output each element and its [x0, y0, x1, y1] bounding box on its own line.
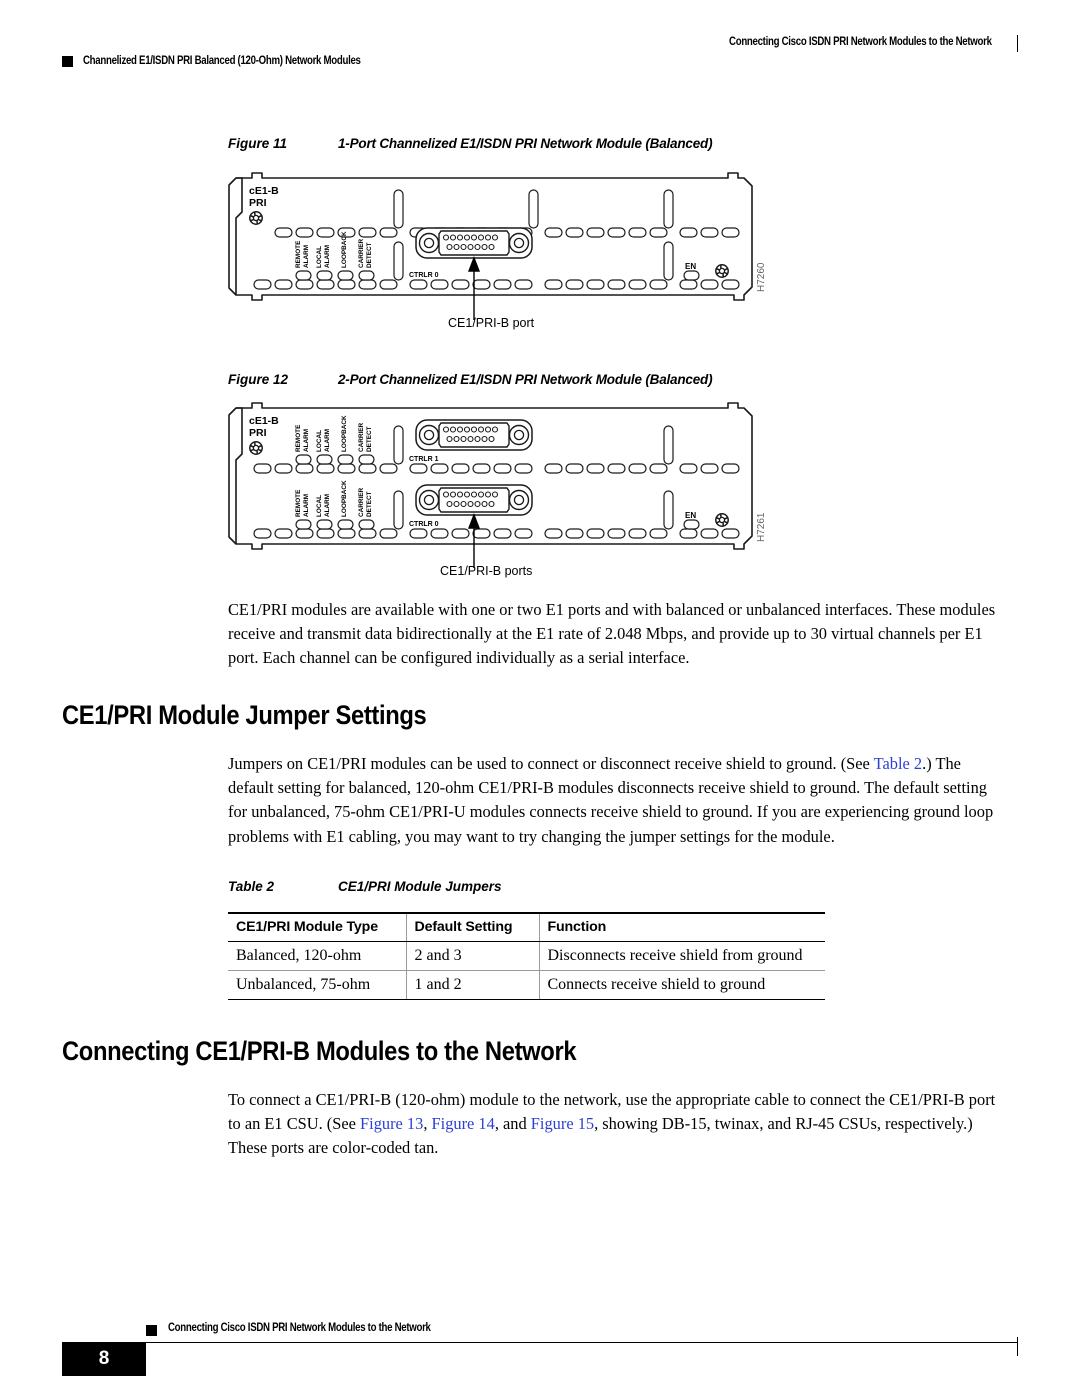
svg-text:ALARM: ALARM: [303, 429, 310, 452]
svg-text:LOCAL: LOCAL: [316, 246, 323, 268]
svg-text:EN: EN: [685, 511, 696, 520]
svg-text:DETECT: DETECT: [366, 491, 373, 517]
cell-default-setting: 2 and 3: [406, 941, 540, 971]
figure-11-label: Figure 11: [228, 136, 288, 151]
svg-text:H7260: H7260: [756, 262, 767, 292]
cell-default-setting: 1 and 2: [406, 970, 540, 1000]
figure-12-title: 2-Port Channelized E1/ISDN PRI Network M…: [338, 372, 713, 387]
svg-text:DETECT: DETECT: [366, 426, 373, 452]
table-row: Unbalanced, 75-ohm 1 and 2 Connects rece…: [228, 970, 825, 1000]
separator-1: ,: [423, 1114, 432, 1134]
svg-text:DETECT: DETECT: [366, 242, 373, 268]
svg-text:ALARM: ALARM: [324, 494, 331, 517]
svg-text:LOOPBACK: LOOPBACK: [341, 480, 348, 517]
page-footer: Connecting Cisco ISDN PRI Network Module…: [62, 1287, 1018, 1397]
cell-function: Disconnects receive shield from ground: [539, 941, 825, 971]
svg-text:ALARM: ALARM: [324, 429, 331, 452]
svg-text:LOOPBACK: LOOPBACK: [341, 231, 348, 268]
svg-text:LOCAL: LOCAL: [316, 430, 323, 452]
table-2-title: CE1/PRI Module Jumpers: [338, 879, 502, 894]
figure-11-callout-label: CE1/PRI-B port: [448, 316, 535, 330]
svg-text:REMOTE: REMOTE: [295, 240, 302, 268]
svg-text:CTRLR 0: CTRLR 0: [409, 272, 439, 279]
header-left-title: Channelized E1/ISDN PRI Balanced (120-Oh…: [83, 55, 361, 67]
header-rule-right: [1016, 35, 1018, 52]
intro-paragraph: CE1/PRI modules are available with one o…: [228, 600, 996, 668]
svg-text:ALARM: ALARM: [324, 245, 331, 268]
svg-text:CARRIER: CARRIER: [358, 488, 365, 517]
svg-text:ALARM: ALARM: [303, 245, 310, 268]
figure-12-artwork: cE1-B PRI REMOTE ALARM LOCAL ALARM LOOPB…: [228, 402, 768, 587]
table-2-jumpers: CE1/PRI Module Type Default Setting Func…: [228, 912, 825, 1000]
heading-jumper-settings: CE1/PRI Module Jumper Settings: [62, 700, 427, 730]
footer-title: Connecting Cisco ISDN PRI Network Module…: [168, 1322, 431, 1334]
cell-module-type: Balanced, 120-ohm: [228, 941, 407, 971]
table-2-caption: Table 2 CE1/PRI Module Jumpers: [228, 879, 502, 894]
table-2-label: Table 2: [228, 879, 275, 894]
svg-text:CARRIER: CARRIER: [358, 239, 365, 268]
footer-bullet-square-icon: [146, 1325, 157, 1336]
svg-text:PRI: PRI: [249, 197, 267, 209]
svg-text:REMOTE: REMOTE: [295, 489, 302, 517]
svg-text:LOCAL: LOCAL: [316, 495, 323, 517]
page-header: Connecting Cisco ISDN PRI Network Module…: [62, 35, 1018, 70]
cell-function: Connects receive shield to ground: [539, 970, 825, 1000]
svg-text:CTRLR 0: CTRLR 0: [409, 521, 439, 528]
table-header-row: CE1/PRI Module Type Default Setting Func…: [228, 912, 825, 942]
figure-12-caption: Figure 12 2-Port Channelized E1/ISDN PRI …: [228, 372, 713, 387]
svg-text:EN: EN: [685, 262, 696, 271]
svg-text:REMOTE: REMOTE: [295, 424, 302, 452]
link-figure-13[interactable]: Figure 13: [360, 1114, 423, 1133]
svg-text:H7261: H7261: [756, 512, 767, 542]
table-row: Balanced, 120-ohm 2 and 3 Disconnects re…: [228, 941, 825, 971]
svg-text:cE1-B: cE1-B: [249, 415, 279, 427]
header-bullet-square-icon: [62, 55, 73, 67]
link-table-2[interactable]: Table 2: [874, 754, 922, 773]
jumper-para-part1: Jumpers on CE1/PRI modules can be used t…: [228, 754, 874, 773]
footer-rule-right: [1016, 1337, 1018, 1356]
separator-2: , and: [494, 1114, 531, 1134]
column-header-default-setting: Default Setting: [406, 912, 540, 942]
link-figure-14[interactable]: Figure 14: [432, 1114, 495, 1133]
heading-connecting-modules: Connecting CE1/PRI-B Modules to the Netw…: [62, 1036, 577, 1066]
page-number: 8: [62, 1342, 146, 1376]
svg-text:ALARM: ALARM: [303, 494, 310, 517]
svg-text:cE1-B: cE1-B: [249, 185, 279, 197]
link-figure-15[interactable]: Figure 15: [531, 1114, 594, 1133]
figure-11-title: 1-Port Channelized E1/ISDN PRI Network M…: [338, 136, 713, 151]
header-left-group: Channelized E1/ISDN PRI Balanced (120-Oh…: [62, 55, 414, 67]
svg-text:CARRIER: CARRIER: [358, 423, 365, 452]
connecting-paragraph: To connect a CE1/PRI-B (120-ohm) module …: [228, 1088, 1000, 1161]
svg-text:CTRLR 1: CTRLR 1: [409, 456, 439, 463]
column-header-function: Function: [539, 912, 825, 942]
figure-12-callout-label: CE1/PRI-B ports: [440, 564, 533, 578]
figure-12-label: Figure 12: [228, 372, 289, 387]
cell-module-type: Unbalanced, 75-ohm: [228, 970, 407, 1000]
header-right-title: Connecting Cisco ISDN PRI Network Module…: [729, 36, 992, 48]
svg-text:LOOPBACK: LOOPBACK: [341, 415, 348, 452]
svg-text:PRI: PRI: [249, 427, 267, 439]
figure-11-caption: Figure 11 1-Port Channelized E1/ISDN PRI …: [228, 136, 713, 151]
footer-rule: [146, 1342, 1018, 1344]
column-header-module-type: CE1/PRI Module Type: [228, 912, 407, 942]
jumper-paragraph: Jumpers on CE1/PRI modules can be used t…: [228, 752, 1000, 849]
